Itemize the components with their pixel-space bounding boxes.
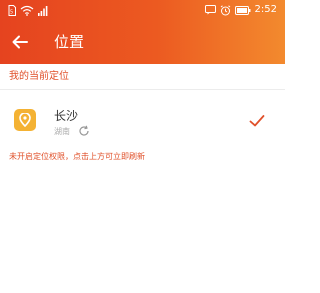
refresh-icon[interactable] bbox=[78, 125, 90, 137]
location-page: 5 2:52 位置 我的当前定位 长沙 湖南 未开启定位权限，点击上方可立即刷新 bbox=[0, 0, 285, 293]
page-title: 位置 bbox=[54, 33, 85, 51]
back-arrow-icon bbox=[12, 35, 28, 49]
status-time: 2:52 bbox=[254, 4, 277, 15]
signal-icon bbox=[38, 5, 48, 16]
app-bar: 5 2:52 位置 bbox=[0, 0, 285, 64]
section-label: 我的当前定位 bbox=[9, 71, 69, 82]
location-item-current[interactable]: 长沙 湖南 bbox=[0, 96, 285, 146]
battery-icon bbox=[234, 5, 251, 15]
location-status: 湖南 bbox=[54, 127, 70, 136]
city-name: 长沙 bbox=[54, 109, 79, 123]
wifi-icon bbox=[20, 5, 34, 16]
check-icon bbox=[249, 115, 265, 127]
status-left-icons: 5 bbox=[8, 4, 48, 16]
alarm-icon bbox=[220, 4, 230, 15]
toolbar: 位置 bbox=[0, 24, 285, 62]
svg-text:5: 5 bbox=[10, 9, 13, 15]
back-button[interactable] bbox=[6, 28, 34, 56]
divider bbox=[0, 89, 285, 90]
message-icon bbox=[204, 5, 216, 15]
status-right-icons: 2:52 bbox=[204, 3, 277, 17]
permission-notice[interactable]: 未开启定位权限，点击上方可立即刷新 bbox=[9, 151, 145, 163]
sim-icon: 5 bbox=[8, 4, 16, 16]
status-bar: 5 2:52 bbox=[0, 0, 285, 20]
location-pin-icon bbox=[14, 109, 36, 131]
